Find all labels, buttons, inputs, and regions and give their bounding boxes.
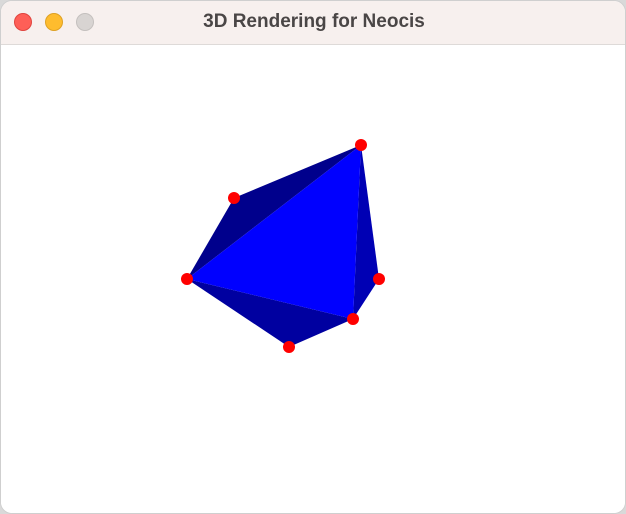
vertex-point	[181, 273, 193, 285]
vertex-point	[347, 313, 359, 325]
vertex-point	[355, 139, 367, 151]
vertex-point	[373, 273, 385, 285]
window-title: 3D Rendering for Neocis	[203, 11, 425, 32]
polyhedron-render	[181, 139, 385, 353]
title-bar[interactable]: 3D Rendering for Neocis	[1, 1, 625, 45]
vertex-point	[283, 341, 295, 353]
vertex-point	[228, 192, 240, 204]
app-window: 3D Rendering for Neocis	[0, 0, 626, 514]
render-canvas[interactable]	[1, 45, 625, 513]
